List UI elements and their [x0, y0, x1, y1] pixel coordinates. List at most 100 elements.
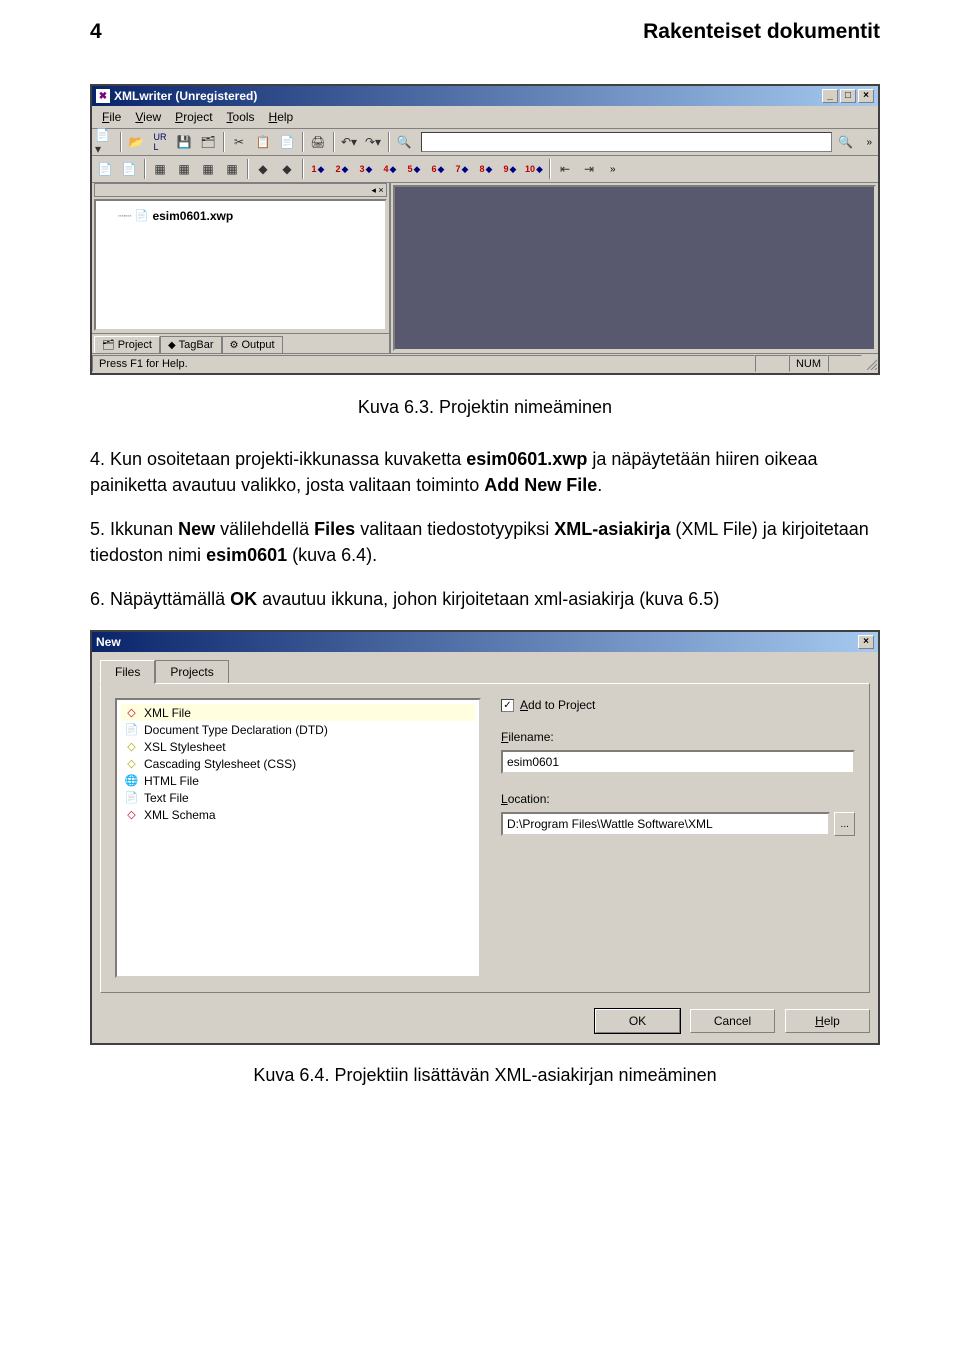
- copy-icon[interactable]: 📋: [252, 131, 274, 153]
- form-icon-3[interactable]: ▦: [197, 158, 219, 180]
- paragraph-6: 6. Näpäyttämällä OK avautuu ikkuna, joho…: [90, 586, 880, 612]
- menu-file[interactable]: File: [96, 108, 127, 126]
- tab-project-label: Project: [118, 339, 152, 351]
- browse-button[interactable]: ...: [834, 812, 855, 836]
- minimize-button[interactable]: _: [822, 89, 838, 103]
- paragraph-5: 5. Ikkunan New välilehdellä Files valita…: [90, 516, 880, 568]
- help-button[interactable]: Help: [785, 1009, 870, 1033]
- app-icon: ✖: [96, 89, 110, 103]
- status-help-text: Press F1 for Help.: [92, 355, 755, 372]
- project-file-name: esim0601.xwp: [152, 209, 233, 223]
- file-type-dtd[interactable]: 📄Document Type Declaration (DTD): [121, 721, 475, 738]
- file-type-xsd[interactable]: ◇XML Schema: [121, 806, 475, 823]
- bookmark-1[interactable]: 1◆: [307, 158, 329, 180]
- file-type-xml[interactable]: ◇XML File: [121, 704, 475, 721]
- toolbar-overflow-icon-2[interactable]: »: [606, 164, 620, 175]
- css-file-icon: ◇: [124, 756, 139, 771]
- find-icon[interactable]: 🔍: [393, 131, 415, 153]
- undo-icon[interactable]: ↶▾: [338, 131, 360, 153]
- print-icon[interactable]: 🖨: [307, 131, 329, 153]
- html-file-icon: 🌐: [124, 773, 139, 788]
- form-icon-1[interactable]: ▦: [149, 158, 171, 180]
- panel-header[interactable]: ◂ ×: [94, 183, 387, 197]
- dialog-title: New: [96, 635, 121, 649]
- project-file-icon: 📄: [134, 209, 148, 223]
- url-icon[interactable]: URL: [149, 131, 171, 153]
- bookmark-10[interactable]: 10◆: [523, 158, 545, 180]
- bookmark-9[interactable]: 9◆: [499, 158, 521, 180]
- menu-tools[interactable]: Tools: [221, 108, 261, 126]
- indent-right-icon[interactable]: ⇥: [578, 158, 600, 180]
- bookmark-2[interactable]: 2◆: [331, 158, 353, 180]
- form-icon-2[interactable]: ▦: [173, 158, 195, 180]
- location-label: Location:: [501, 792, 855, 806]
- bookmark-8[interactable]: 8◆: [475, 158, 497, 180]
- page-number: 4: [90, 20, 102, 44]
- project-tree-item[interactable]: ┈┈ 📄 esim0601.xwp: [102, 207, 379, 225]
- tab-output[interactable]: ⚙ Output: [222, 336, 283, 353]
- form-icon-4[interactable]: ▦: [221, 158, 243, 180]
- location-input[interactable]: [501, 812, 830, 836]
- cut-icon[interactable]: ✂: [228, 131, 250, 153]
- paste-icon[interactable]: 📄: [276, 131, 298, 153]
- tab-project[interactable]: 🗂 Project: [94, 336, 160, 353]
- file-type-css[interactable]: ◇Cascading Stylesheet (CSS): [121, 755, 475, 772]
- redo-icon[interactable]: ↷▾: [362, 131, 384, 153]
- bookmark-7[interactable]: 7◆: [451, 158, 473, 180]
- tab-output-label: Output: [241, 339, 274, 351]
- project-tree[interactable]: ┈┈ 📄 esim0601.xwp: [94, 199, 387, 331]
- tagbar-tab-icon: ◆: [168, 340, 176, 351]
- editor-area[interactable]: [393, 185, 876, 351]
- file-type-xsl[interactable]: ◇XSL Stylesheet: [121, 738, 475, 755]
- add-to-project-checkbox[interactable]: ✓: [501, 699, 514, 712]
- filename-label: Filename:: [501, 730, 855, 744]
- file-type-list[interactable]: ◇XML File 📄Document Type Declaration (DT…: [115, 698, 481, 978]
- bookmark-5[interactable]: 5◆: [403, 158, 425, 180]
- save-all-icon[interactable]: 🗂: [197, 131, 219, 153]
- figure-caption-2: Kuva 6.4. Projektiin lisättävän XML-asia…: [90, 1065, 880, 1086]
- tag-icon-2[interactable]: ◆: [276, 158, 298, 180]
- toolbar-1: 📄▾ 📂 URL 💾 🗂 ✂ 📋 📄 🖨 ↶▾ ↷▾ 🔍 🔍 »: [92, 129, 878, 156]
- figure-caption-1: Kuva 6.3. Projektin nimeäminen: [90, 397, 880, 418]
- find-next-icon[interactable]: 🔍: [834, 131, 856, 153]
- tree-connector-icon: ┈┈: [118, 209, 130, 223]
- file-type-txt[interactable]: 📄Text File: [121, 789, 475, 806]
- doc-icon-2[interactable]: 📄: [118, 158, 140, 180]
- bookmark-4[interactable]: 4◆: [379, 158, 401, 180]
- project-panel: ◂ × ┈┈ 📄 esim0601.xwp 🗂 Project ◆: [92, 183, 391, 353]
- save-icon[interactable]: 💾: [173, 131, 195, 153]
- new-doc-icon[interactable]: 📄▾: [94, 131, 116, 153]
- menu-bar: File View Project Tools Help: [92, 106, 878, 129]
- status-bar: Press F1 for Help. NUM: [92, 353, 878, 373]
- add-to-project-label: Add to Project: [520, 698, 595, 712]
- close-button[interactable]: ×: [858, 89, 874, 103]
- tab-projects[interactable]: Projects: [155, 660, 228, 684]
- bookmark-3[interactable]: 3◆: [355, 158, 377, 180]
- menu-view[interactable]: View: [129, 108, 167, 126]
- new-dialog: New × Files Projects ◇XML File 📄Document…: [90, 630, 880, 1045]
- bookmark-6[interactable]: 6◆: [427, 158, 449, 180]
- status-spacer-2: [828, 355, 862, 372]
- title-bar: ✖ XMLwriter (Unregistered) _ □ ×: [92, 86, 878, 106]
- paragraph-4: 4. Kun osoitetaan projekti-ikkunassa kuv…: [90, 446, 880, 498]
- menu-help[interactable]: Help: [263, 108, 300, 126]
- panel-tabstrip: 🗂 Project ◆ TagBar ⚙ Output: [92, 333, 389, 353]
- filename-input[interactable]: [501, 750, 855, 774]
- toolbar-overflow-icon[interactable]: »: [862, 137, 876, 148]
- ok-button[interactable]: OK: [595, 1009, 680, 1033]
- toolbar-2: 📄 📄 ▦ ▦ ▦ ▦ ◆ ◆ 1◆ 2◆ 3◆ 4◆ 5◆ 6◆ 7◆ 8◆ …: [92, 156, 878, 183]
- doc-icon-1[interactable]: 📄: [94, 158, 116, 180]
- indent-left-icon[interactable]: ⇤: [554, 158, 576, 180]
- open-icon[interactable]: 📂: [125, 131, 147, 153]
- menu-project[interactable]: Project: [169, 108, 218, 126]
- tag-icon-1[interactable]: ◆: [252, 158, 274, 180]
- toolbar-dropdown[interactable]: [421, 132, 832, 152]
- file-type-html[interactable]: 🌐HTML File: [121, 772, 475, 789]
- xsd-file-icon: ◇: [124, 807, 139, 822]
- resize-grip-icon[interactable]: [862, 357, 878, 371]
- tab-files[interactable]: Files: [100, 660, 155, 684]
- dialog-close-button[interactable]: ×: [858, 635, 874, 649]
- cancel-button[interactable]: Cancel: [690, 1009, 775, 1033]
- tab-tagbar[interactable]: ◆ TagBar: [160, 336, 222, 353]
- maximize-button[interactable]: □: [840, 89, 856, 103]
